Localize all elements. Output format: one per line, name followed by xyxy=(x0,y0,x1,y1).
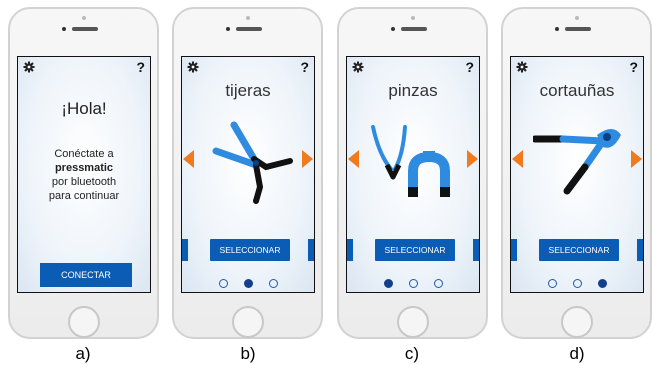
previous-arrow-icon[interactable] xyxy=(348,150,359,168)
phone-c: ? pinzas SELECCIONAR xyxy=(337,7,488,339)
camera-icon xyxy=(554,27,559,31)
help-icon[interactable]: ? xyxy=(300,59,309,75)
figure-caption: b) xyxy=(240,344,256,363)
scissors-icon xyxy=(212,121,293,204)
page-dot[interactable] xyxy=(218,279,228,288)
figure-caption: d) xyxy=(569,344,585,363)
next-arrow-icon[interactable] xyxy=(467,150,478,168)
next-arrow-icon[interactable] xyxy=(631,150,642,168)
sensor-dot xyxy=(574,16,579,20)
gear-icon[interactable] xyxy=(23,61,35,73)
select-button[interactable]: SELECCIONAR xyxy=(375,239,455,261)
page-dot-active[interactable] xyxy=(243,279,253,288)
message-line: Conéctate a xyxy=(54,148,114,160)
nail-clipper-icon xyxy=(533,129,621,195)
home-button[interactable] xyxy=(396,306,429,338)
gear-icon[interactable] xyxy=(352,61,364,73)
sensor-dot xyxy=(81,16,86,20)
help-icon[interactable]: ? xyxy=(136,59,145,75)
select-button[interactable]: SELECCIONAR xyxy=(210,239,290,261)
figure-caption: c) xyxy=(404,344,420,363)
phone-a: ? ¡Hola! Conéctate a pressmatic por blue… xyxy=(8,7,159,339)
home-button[interactable] xyxy=(560,306,593,338)
phone-b: ? tijeras SELECCIONAR xyxy=(172,7,323,339)
screen-connect: ? ¡Hola! Conéctate a pressmatic por blue… xyxy=(17,56,151,293)
next-arrow-icon[interactable] xyxy=(302,150,313,168)
page-indicator xyxy=(347,279,479,288)
select-button[interactable]: SELECCIONAR xyxy=(539,239,619,261)
phone-d: ? cortauñas SELECCIONAR xyxy=(501,7,652,339)
gear-icon[interactable] xyxy=(516,61,528,73)
screen-scissors: ? tijeras SELECCIONAR xyxy=(181,56,315,293)
home-button[interactable] xyxy=(231,306,264,338)
page-dot[interactable] xyxy=(572,279,582,288)
camera-icon xyxy=(390,27,395,31)
page-indicator xyxy=(511,279,643,288)
connect-button[interactable]: CONECTAR xyxy=(40,263,132,287)
next-page-tab[interactable] xyxy=(637,239,643,261)
tool-title: cortauñas xyxy=(539,81,615,100)
previous-page-tab[interactable] xyxy=(511,239,517,261)
camera-icon xyxy=(61,27,66,31)
page-dot[interactable] xyxy=(408,279,418,288)
page-dot-active[interactable] xyxy=(597,279,607,288)
previous-page-tab[interactable] xyxy=(182,239,188,261)
figure-caption: a) xyxy=(75,344,91,363)
greeting-heading: ¡Hola! xyxy=(61,99,107,118)
previous-arrow-icon[interactable] xyxy=(183,150,194,168)
sensor-dot xyxy=(410,16,415,20)
gear-icon[interactable] xyxy=(187,61,199,73)
speaker-grille xyxy=(400,27,427,31)
page-dot-active[interactable] xyxy=(383,279,393,288)
home-button[interactable] xyxy=(67,306,100,338)
page-dot[interactable] xyxy=(433,279,443,288)
help-icon[interactable]: ? xyxy=(465,59,474,75)
speaker-grille xyxy=(71,27,98,31)
speaker-grille xyxy=(235,27,262,31)
page-indicator xyxy=(182,279,314,288)
page-dot[interactable] xyxy=(547,279,557,288)
tool-title: tijeras xyxy=(225,81,271,100)
page-dot[interactable] xyxy=(268,279,278,288)
previous-arrow-icon[interactable] xyxy=(512,150,523,168)
connect-message: Conéctate a pressmatic por bluetooth par… xyxy=(18,147,150,203)
help-icon[interactable]: ? xyxy=(629,59,638,75)
previous-page-tab[interactable] xyxy=(347,239,353,261)
camera-icon xyxy=(225,27,230,31)
message-line: para continuar xyxy=(48,190,120,202)
message-line: por bluetooth xyxy=(51,176,117,188)
sensor-dot xyxy=(245,16,250,20)
screen-nail-clipper: ? cortauñas SELECCIONAR xyxy=(510,56,644,293)
next-page-tab[interactable] xyxy=(473,239,479,261)
screen-tweezers: ? pinzas SELECCIONAR xyxy=(346,56,480,293)
speaker-grille xyxy=(564,27,591,31)
next-page-tab[interactable] xyxy=(308,239,314,261)
brand-name: pressmatic xyxy=(54,162,114,174)
tweezers-icon xyxy=(371,125,450,197)
tool-title: pinzas xyxy=(388,81,438,100)
